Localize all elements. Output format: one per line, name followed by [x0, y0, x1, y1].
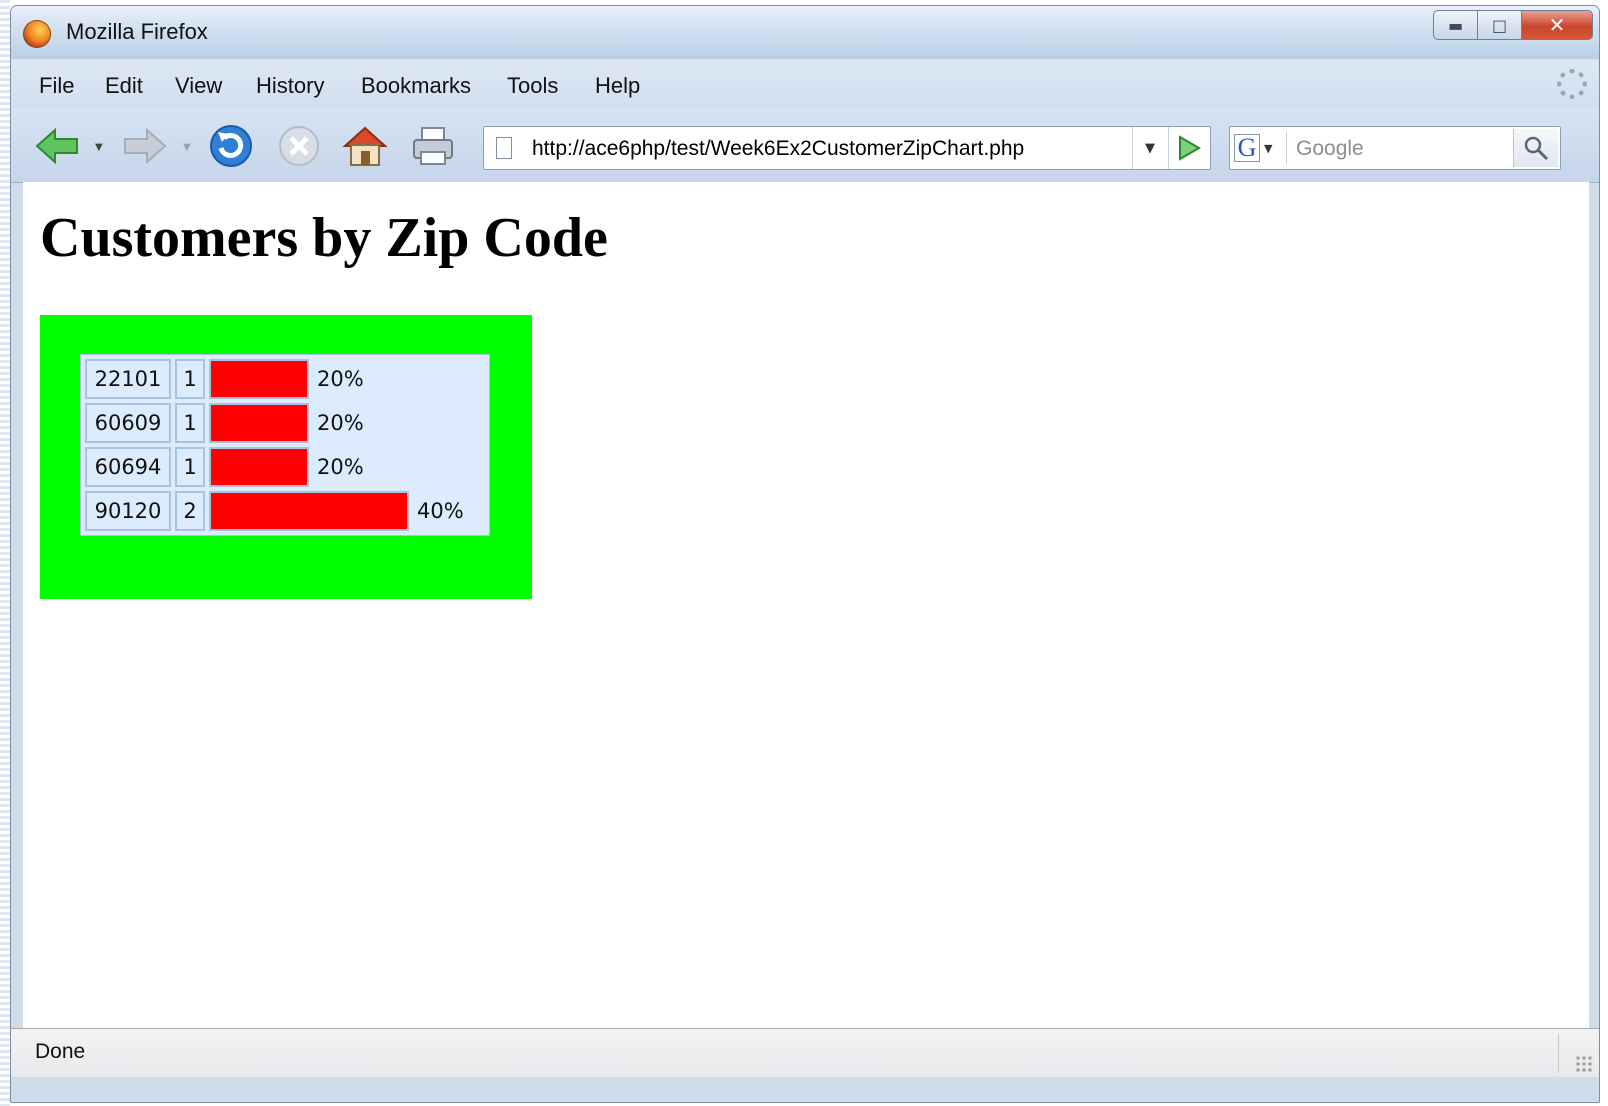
percent-bar-cell: 20%: [209, 359, 485, 399]
chart-row: 22101 1 20%: [85, 359, 485, 399]
percent-bar-cell: 40%: [209, 491, 485, 531]
forward-button[interactable]: [119, 126, 169, 166]
reload-icon: [210, 125, 252, 167]
zip-chart-table: 22101 1 20% 60609 1 20% 60694 1 20% 90120 2 40%: [80, 354, 490, 536]
home-icon: [342, 126, 388, 166]
search-bar[interactable]: G ▼ Google: [1229, 126, 1561, 170]
back-history-dropdown-icon[interactable]: ▼: [95, 142, 103, 153]
stop-button[interactable]: [275, 122, 323, 170]
printer-icon: [413, 127, 453, 165]
search-input[interactable]: Google: [1296, 137, 1364, 161]
forward-arrow-icon: [124, 127, 167, 165]
status-divider: [1558, 1033, 1559, 1073]
back-button[interactable]: [33, 126, 83, 166]
firefox-logo-icon: [23, 20, 51, 48]
menu-bookmarks[interactable]: Bookmarks: [361, 73, 471, 99]
customer-count-cell: 2: [175, 491, 205, 531]
menu-file[interactable]: File: [39, 73, 74, 99]
chart-row: 60694 1 20%: [85, 447, 485, 487]
menu-edit[interactable]: Edit: [105, 73, 143, 99]
page-content: Customers by Zip Code 22101 1 20% 60609 1 20%…: [23, 182, 1589, 1030]
home-button[interactable]: [341, 122, 389, 170]
search-engine-selector[interactable]: G ▼: [1234, 132, 1287, 164]
resize-grip-icon[interactable]: [1575, 1055, 1593, 1073]
address-bar[interactable]: http://ace6php/test/Week6Ex2CustomerZipC…: [483, 126, 1211, 170]
chart-row: 60609 1 20%: [85, 403, 485, 443]
minimize-button[interactable]: ▬: [1433, 10, 1477, 40]
percent-label: 20%: [317, 367, 364, 391]
menu-view[interactable]: View: [175, 73, 222, 99]
menu-history[interactable]: History: [256, 73, 324, 99]
google-logo-icon: G: [1234, 134, 1260, 162]
activity-throbber-icon: [1557, 69, 1587, 99]
zip-code-cell: 60694: [85, 447, 171, 487]
page-title: Customers by Zip Code: [40, 207, 608, 269]
engine-dropdown-icon: ▼: [1264, 141, 1273, 155]
go-button[interactable]: [1168, 127, 1209, 169]
title-bar: Mozilla Firefox ▬ □ ✕: [11, 6, 1599, 58]
percent-bar: [209, 491, 409, 531]
search-button[interactable]: [1513, 129, 1558, 167]
percent-bar: [209, 403, 309, 443]
status-text: Done: [35, 1040, 86, 1063]
percent-label: 20%: [317, 411, 364, 435]
zip-code-cell: 60609: [85, 403, 171, 443]
customer-count-cell: 1: [175, 447, 205, 487]
url-text[interactable]: http://ace6php/test/Week6Ex2CustomerZipC…: [532, 137, 1024, 161]
zip-code-cell: 90120: [85, 491, 171, 531]
status-bar: Done: [11, 1028, 1599, 1077]
window-controls: ▬ □ ✕: [1433, 10, 1593, 44]
zip-chart-container: 22101 1 20% 60609 1 20% 60694 1 20% 90120 2 40%: [40, 315, 532, 599]
zip-code-cell: 22101: [85, 359, 171, 399]
percent-label: 40%: [417, 499, 464, 523]
maximize-button[interactable]: □: [1477, 10, 1521, 40]
percent-bar: [209, 447, 309, 487]
browser-window: Mozilla Firefox ▬ □ ✕ File Edit View His…: [10, 5, 1600, 1103]
chart-row: 90120 2 40%: [85, 491, 485, 531]
print-button[interactable]: [409, 122, 457, 170]
menu-bar: File Edit View History Bookmarks Tools H…: [11, 58, 1599, 109]
window-title: Mozilla Firefox: [66, 19, 208, 44]
forward-history-dropdown-icon[interactable]: ▼: [183, 142, 191, 153]
percent-bar: [209, 359, 309, 399]
customer-count-cell: 1: [175, 359, 205, 399]
percent-bar-cell: 20%: [209, 403, 485, 443]
menu-tools[interactable]: Tools: [507, 73, 558, 99]
magnifier-icon: [1524, 136, 1549, 161]
percent-label: 20%: [317, 455, 364, 479]
back-arrow-icon: [35, 127, 78, 165]
menu-help[interactable]: Help: [595, 73, 640, 99]
stop-icon: [279, 126, 319, 166]
reload-button[interactable]: [207, 122, 255, 170]
page-icon: [496, 137, 512, 159]
url-history-dropdown-icon[interactable]: ▼: [1132, 127, 1167, 169]
go-arrow-icon: [1179, 135, 1201, 161]
customer-count-cell: 1: [175, 403, 205, 443]
navigation-toolbar: ▼ ▼ http://ace6php/test/Week6Ex2Customer…: [11, 108, 1599, 183]
percent-bar-cell: 20%: [209, 447, 485, 487]
slide-margin: [0, 0, 10, 1106]
close-button[interactable]: ✕: [1521, 10, 1593, 40]
